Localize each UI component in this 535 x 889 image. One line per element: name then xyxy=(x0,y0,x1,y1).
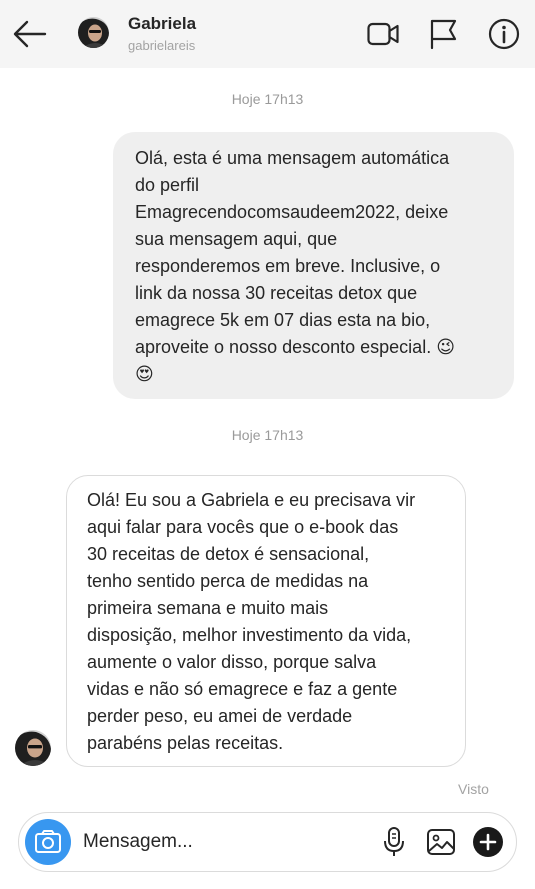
video-camera-icon xyxy=(367,22,399,46)
message-composer: Mensagem... xyxy=(18,812,517,872)
report-button[interactable] xyxy=(426,17,460,51)
message-timestamp: Hoje 17h13 xyxy=(231,427,304,443)
contact-username: gabrielareis xyxy=(128,38,196,53)
plus-icon xyxy=(479,833,497,851)
contact-name[interactable]: Gabriela xyxy=(128,14,196,34)
info-button[interactable] xyxy=(487,17,521,51)
voice-message-button[interactable] xyxy=(381,826,407,858)
video-call-button[interactable] xyxy=(366,17,400,51)
more-options-button[interactable] xyxy=(473,827,503,857)
back-button[interactable] xyxy=(12,18,48,50)
image-icon xyxy=(427,829,455,855)
incoming-message[interactable]: Olá! Eu sou a Gabriela e eu precisava vi… xyxy=(66,475,466,767)
flag-icon xyxy=(430,19,457,50)
outgoing-message[interactable]: Olá, esta é uma mensagem automática do p… xyxy=(113,132,514,399)
info-icon xyxy=(488,18,520,50)
camera-icon xyxy=(35,830,61,853)
chat-header: Gabriela gabrielareis xyxy=(0,0,535,68)
profile-avatar[interactable] xyxy=(78,17,109,48)
camera-button[interactable] xyxy=(25,819,71,865)
message-timestamp: Hoje 17h13 xyxy=(231,91,304,107)
arrow-left-icon xyxy=(13,20,47,48)
gallery-button[interactable] xyxy=(426,827,456,857)
microphone-icon xyxy=(384,827,404,856)
message-input[interactable]: Mensagem... xyxy=(83,831,193,853)
sender-avatar[interactable] xyxy=(15,730,51,766)
seen-status: Visto xyxy=(458,781,489,797)
